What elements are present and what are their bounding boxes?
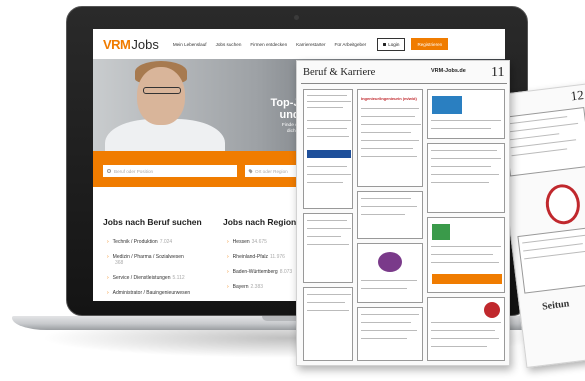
job-search-input[interactable]: Beruf oder Position xyxy=(103,165,237,177)
list-item-count: 368 xyxy=(115,260,124,266)
profession-section-title: Jobs nach Beruf suchen xyxy=(103,217,202,227)
chevron-right-icon: › xyxy=(107,290,109,296)
newspaper-back-page-number: 12 xyxy=(569,87,585,104)
register-button[interactable]: Registrieren xyxy=(411,38,449,50)
job-search-placeholder: Beruf oder Position xyxy=(114,168,154,174)
nav-item-jobs-suchen[interactable]: Jobs suchen xyxy=(216,42,242,47)
list-item[interactable]: › Baden-Württemberg 8.073 xyxy=(227,269,292,275)
person-photo-head xyxy=(137,67,185,125)
list-item-label: Administrator / Bauingenieurwesen xyxy=(112,290,191,296)
newspaper-ad-headline-text: Ingenieur/Ingenieurin (m/w/d) xyxy=(361,96,417,101)
newspaper-ad xyxy=(427,217,505,293)
camera-icon xyxy=(294,15,299,20)
nav-item-arbeitgeber[interactable]: Für Arbeitgeber xyxy=(335,42,367,47)
logo-vrm: VRM xyxy=(103,36,131,52)
newspaper-back-text: Seitun xyxy=(541,298,570,313)
list-item[interactable]: › Service / Dienstleistungen 5.112 xyxy=(107,275,219,281)
logo-jobs: Jobs xyxy=(131,36,159,52)
newspaper-ad xyxy=(357,243,423,303)
nav-item-lebenslauf[interactable]: Mein Lebenslauf xyxy=(173,42,207,47)
list-item[interactable]: › Rheinland-Pfalz 11.976 xyxy=(227,254,292,260)
newspaper-back-ad xyxy=(502,106,585,177)
location-search-placeholder: Ort oder Region xyxy=(255,168,288,174)
newspaper-back-ad-graphic xyxy=(543,182,583,227)
list-item-label: Hessen xyxy=(232,239,250,245)
newspaper-front-header: Beruf & Karriere VRM-Jobs.de 11 xyxy=(301,64,507,84)
list-item[interactable]: › Hessen 34.675 xyxy=(227,239,292,245)
list-item[interactable]: › Bayern 2.383 xyxy=(227,284,292,290)
list-item-count: 8.073 xyxy=(279,269,293,275)
person-photo-glasses xyxy=(143,87,181,94)
lock-icon xyxy=(383,42,387,46)
newspaper-vrm-logo: VRM-Jobs.de xyxy=(431,68,466,74)
list-item-label: Bayern xyxy=(232,284,249,290)
site-header: VRM Jobs Mein Lebenslauf Jobs suchen Fir… xyxy=(93,29,505,59)
list-item[interactable]: › Administrator / Bauingenieurwesen xyxy=(107,290,219,296)
login-label: Login xyxy=(388,41,400,47)
login-button[interactable]: Login xyxy=(377,37,406,51)
list-item-count: 7.024 xyxy=(159,239,173,245)
newspaper-front: Beruf & Karriere VRM-Jobs.de 11 Ingenieu… xyxy=(296,60,510,366)
logo[interactable]: VRM Jobs xyxy=(103,37,159,52)
newspaper-ad xyxy=(303,287,353,361)
search-icon xyxy=(107,169,111,173)
list-item-label: Technik / Produktion xyxy=(112,239,158,245)
newspaper-ad xyxy=(427,89,505,139)
chevron-right-icon: › xyxy=(227,239,229,245)
list-item-label: Baden-Württemberg xyxy=(232,269,278,275)
newspaper-ad xyxy=(303,213,353,283)
list-item-label: Medizin / Pharma / Sozialwesen xyxy=(112,254,184,260)
nav-item-firmen[interactable]: Firmen entdecken xyxy=(250,42,287,47)
list-item[interactable]: › Technik / Produktion 7.024 xyxy=(107,239,219,245)
newspaper-page-number: 11 xyxy=(491,65,505,80)
list-item-count: 5.112 xyxy=(172,275,185,281)
nav-item-karrierestarter[interactable]: Karrierestarter xyxy=(296,42,325,47)
main-nav: Mein Lebenslauf Jobs suchen Firmen entde… xyxy=(173,42,375,47)
newspaper-back-ad xyxy=(517,226,585,294)
region-list: › Hessen 34.675 › Rheinland-Pfalz 11.976 › Ba… xyxy=(227,239,292,299)
newspaper-ad xyxy=(303,89,353,209)
list-item-label: Service / Dienstleistungen xyxy=(112,275,171,281)
list-item-count: 2.383 xyxy=(250,284,264,290)
newspaper-ad xyxy=(427,297,505,361)
list-item-label: Rheinland-Pfalz xyxy=(232,254,268,260)
chevron-right-icon: › xyxy=(107,239,109,245)
newspaper-section-title: Beruf & Karriere xyxy=(303,67,376,78)
location-pin-icon xyxy=(248,168,253,174)
chevron-right-icon: › xyxy=(227,269,229,275)
newspaper-ad-headline: Ingenieur/Ingenieurin (m/w/d) xyxy=(357,89,423,187)
list-item[interactable]: › Medizin / Pharma / Sozialwesen 368 xyxy=(107,254,219,266)
list-item-count: 34.675 xyxy=(251,239,267,245)
newspaper-ad xyxy=(357,191,423,239)
chevron-right-icon: › xyxy=(227,254,229,260)
chevron-right-icon: › xyxy=(227,284,229,290)
chevron-right-icon: › xyxy=(107,275,109,281)
chevron-right-icon: › xyxy=(107,254,109,260)
newspaper-ad xyxy=(357,307,423,361)
profession-list: › Technik / Produktion 7.024 › Medizin / Ph… xyxy=(107,239,219,301)
list-item-count: 11.976 xyxy=(269,254,285,260)
newspaper-ad xyxy=(427,143,505,213)
